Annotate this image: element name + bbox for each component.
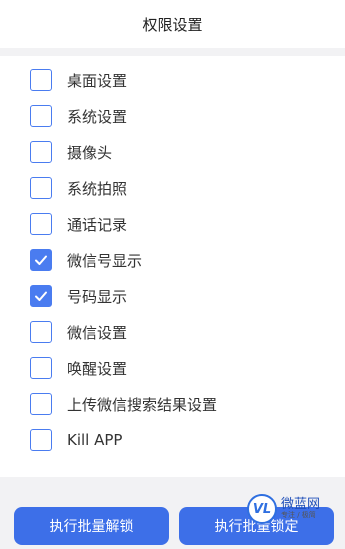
- permission-item-desktop[interactable]: 桌面设置: [0, 62, 345, 98]
- checkbox[interactable]: [30, 69, 52, 91]
- permission-item-system-photo[interactable]: 系统拍照: [0, 170, 345, 206]
- permission-item-upload-search-results[interactable]: 上传微信搜索结果设置: [0, 386, 345, 422]
- permission-label: 系统拍照: [67, 179, 128, 198]
- permission-item-system[interactable]: 系统设置: [0, 98, 345, 134]
- permission-item-camera[interactable]: 摄像头: [0, 134, 345, 170]
- checkbox[interactable]: [30, 357, 52, 379]
- checkbox[interactable]: [30, 213, 52, 235]
- checkbox[interactable]: [30, 429, 52, 451]
- permission-label: 微信号显示: [67, 251, 143, 270]
- check-icon: [35, 291, 47, 301]
- permission-label: 号码显示: [67, 287, 128, 306]
- checkbox[interactable]: [30, 249, 52, 271]
- permission-item-wechat-settings[interactable]: 微信设置: [0, 314, 345, 350]
- permission-label: 唤醒设置: [67, 359, 128, 378]
- permission-label: 系统设置: [67, 107, 128, 126]
- checkbox[interactable]: [30, 321, 52, 343]
- permission-item-kill-app[interactable]: Kill APP: [0, 422, 345, 458]
- header-bar: 权限设置: [0, 0, 345, 48]
- batch-lock-button[interactable]: 执行批量锁定: [179, 507, 334, 545]
- permission-item-number-display[interactable]: 号码显示: [0, 278, 345, 314]
- permission-label: 微信设置: [67, 323, 128, 342]
- permission-item-call-log[interactable]: 通话记录: [0, 206, 345, 242]
- checkbox[interactable]: [30, 285, 52, 307]
- permission-item-wechat-id-display[interactable]: 微信号显示: [0, 242, 345, 278]
- batch-unlock-button[interactable]: 执行批量解锁: [14, 507, 169, 545]
- page-title: 权限设置: [142, 15, 203, 34]
- permission-label: Kill APP: [67, 431, 123, 449]
- check-icon: [35, 255, 47, 265]
- permission-label: 通话记录: [67, 215, 128, 234]
- permission-label: 摄像头: [67, 143, 113, 162]
- permission-label: 桌面设置: [67, 71, 128, 90]
- permission-list: 桌面设置 系统设置 摄像头 系统拍照 通话记录 微信号显示 号码显示 微信设置: [0, 56, 345, 477]
- permission-settings-page: 权限设置 桌面设置 系统设置 摄像头 系统拍照 通话记录 微信号显示 号码显示 …: [0, 0, 345, 549]
- permission-label: 上传微信搜索结果设置: [67, 395, 218, 414]
- checkbox[interactable]: [30, 177, 52, 199]
- footer-actions: 执行批量解锁 执行批量锁定: [0, 485, 345, 549]
- checkbox[interactable]: [30, 393, 52, 415]
- permission-item-wake-settings[interactable]: 唤醒设置: [0, 350, 345, 386]
- checkbox[interactable]: [30, 141, 52, 163]
- checkbox[interactable]: [30, 105, 52, 127]
